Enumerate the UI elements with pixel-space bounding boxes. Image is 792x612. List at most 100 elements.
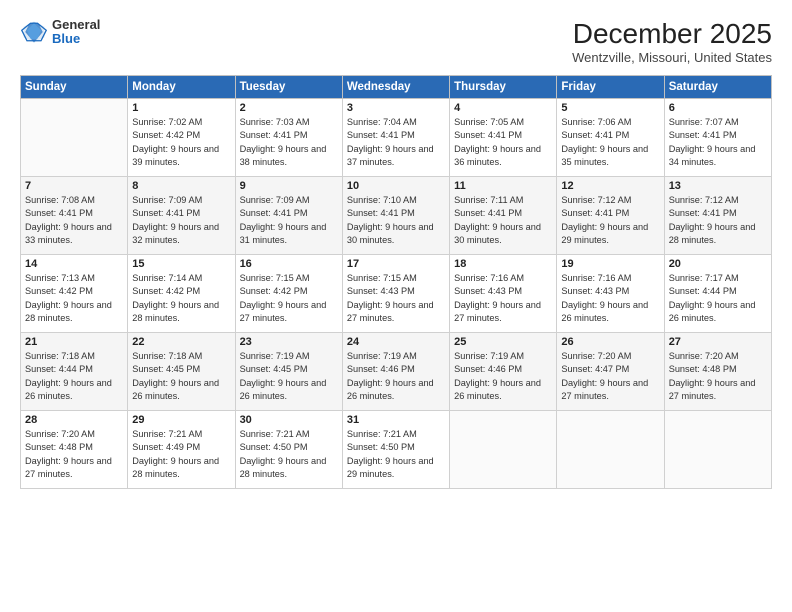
day-number: 2: [240, 102, 338, 114]
day-number: 25: [454, 336, 552, 348]
calendar-cell: 8 Sunrise: 7:09 AMSunset: 4:41 PMDaylight…: [128, 177, 235, 255]
day-number: 16: [240, 258, 338, 270]
cell-info: Sunrise: 7:15 AMSunset: 4:43 PMDaylight:…: [347, 272, 445, 325]
day-number: 22: [132, 336, 230, 348]
day-number: 21: [25, 336, 123, 348]
calendar-cell: 28 Sunrise: 7:20 AMSunset: 4:48 PMDayligh…: [21, 411, 128, 489]
calendar-week-row: 7 Sunrise: 7:08 AMSunset: 4:41 PMDaylight…: [21, 177, 772, 255]
cell-info: Sunrise: 7:16 AMSunset: 4:43 PMDaylight:…: [454, 272, 552, 325]
calendar-cell: 11 Sunrise: 7:11 AMSunset: 4:41 PMDayligh…: [450, 177, 557, 255]
cell-info: Sunrise: 7:03 AMSunset: 4:41 PMDaylight:…: [240, 116, 338, 169]
calendar-cell: 19 Sunrise: 7:16 AMSunset: 4:43 PMDayligh…: [557, 255, 664, 333]
day-number: 24: [347, 336, 445, 348]
calendar-cell: 15 Sunrise: 7:14 AMSunset: 4:42 PMDayligh…: [128, 255, 235, 333]
cell-info: Sunrise: 7:10 AMSunset: 4:41 PMDaylight:…: [347, 194, 445, 247]
header-thursday: Thursday: [450, 76, 557, 99]
cell-info: Sunrise: 7:21 AMSunset: 4:50 PMDaylight:…: [240, 428, 338, 481]
calendar-cell: 9Sunrise: 7:09 AMSunset: 4:41 PMDaylight…: [235, 177, 342, 255]
day-number: 7: [25, 180, 123, 192]
cell-info: Sunrise: 7:20 AMSunset: 4:48 PMDaylight:…: [669, 350, 767, 403]
day-number: 27: [669, 336, 767, 348]
day-number: 31: [347, 414, 445, 426]
day-number: 11: [454, 180, 552, 192]
calendar-week-row: 14 Sunrise: 7:13 AMSunset: 4:42 PMDayligh…: [21, 255, 772, 333]
calendar-cell: 24 Sunrise: 7:19 AMSunset: 4:46 PMDayligh…: [342, 333, 449, 411]
cell-info: Sunrise: 7:09 AMSunset: 4:41 PMDaylight:…: [132, 194, 230, 247]
cell-info: Sunrise: 7:08 AMSunset: 4:41 PMDaylight:…: [25, 194, 123, 247]
cell-info: Sunrise: 7:16 AMSunset: 4:43 PMDaylight:…: [561, 272, 659, 325]
calendar-cell: 3Sunrise: 7:04 AMSunset: 4:41 PMDaylight…: [342, 99, 449, 177]
calendar-cell: 17Sunrise: 7:15 AMSunset: 4:43 PMDayligh…: [342, 255, 449, 333]
cell-info: Sunrise: 7:05 AMSunset: 4:41 PMDaylight:…: [454, 116, 552, 169]
cell-info: Sunrise: 7:09 AMSunset: 4:41 PMDaylight:…: [240, 194, 338, 247]
calendar-location: Wentzville, Missouri, United States: [572, 50, 772, 65]
calendar-cell: [557, 411, 664, 489]
calendar-cell: 2 Sunrise: 7:03 AMSunset: 4:41 PMDaylight…: [235, 99, 342, 177]
cell-info: Sunrise: 7:11 AMSunset: 4:41 PMDaylight:…: [454, 194, 552, 247]
calendar-cell: 13 Sunrise: 7:12 AMSunset: 4:41 PMDayligh…: [664, 177, 771, 255]
calendar-table: Sunday Monday Tuesday Wednesday Thursday…: [20, 75, 772, 489]
calendar-cell: 27 Sunrise: 7:20 AMSunset: 4:48 PMDayligh…: [664, 333, 771, 411]
cell-info: Sunrise: 7:17 AMSunset: 4:44 PMDaylight:…: [669, 272, 767, 325]
day-number: 30: [240, 414, 338, 426]
cell-info: Sunrise: 7:21 AMSunset: 4:50 PMDaylight:…: [347, 428, 445, 481]
calendar-cell: 4Sunrise: 7:05 AMSunset: 4:41 PMDaylight…: [450, 99, 557, 177]
logo-general-text: General: [52, 18, 100, 32]
cell-info: Sunrise: 7:21 AMSunset: 4:49 PMDaylight:…: [132, 428, 230, 481]
day-number: 3: [347, 102, 445, 114]
header-wednesday: Wednesday: [342, 76, 449, 99]
calendar-cell: 29Sunrise: 7:21 AMSunset: 4:49 PMDayligh…: [128, 411, 235, 489]
calendar-page: General Blue December 2025 Wentzville, M…: [0, 0, 792, 612]
calendar-week-row: 1Sunrise: 7:02 AMSunset: 4:42 PMDaylight…: [21, 99, 772, 177]
calendar-cell: 10 Sunrise: 7:10 AMSunset: 4:41 PMDayligh…: [342, 177, 449, 255]
cell-info: Sunrise: 7:19 AMSunset: 4:46 PMDaylight:…: [347, 350, 445, 403]
calendar-cell: 30 Sunrise: 7:21 AMSunset: 4:50 PMDayligh…: [235, 411, 342, 489]
cell-info: Sunrise: 7:12 AMSunset: 4:41 PMDaylight:…: [561, 194, 659, 247]
calendar-cell: 20 Sunrise: 7:17 AMSunset: 4:44 PMDayligh…: [664, 255, 771, 333]
calendar-cell: 18 Sunrise: 7:16 AMSunset: 4:43 PMDayligh…: [450, 255, 557, 333]
cell-info: Sunrise: 7:20 AMSunset: 4:48 PMDaylight:…: [25, 428, 123, 481]
cell-info: Sunrise: 7:07 AMSunset: 4:41 PMDaylight:…: [669, 116, 767, 169]
calendar-cell: 14 Sunrise: 7:13 AMSunset: 4:42 PMDayligh…: [21, 255, 128, 333]
cell-info: Sunrise: 7:19 AMSunset: 4:46 PMDaylight:…: [454, 350, 552, 403]
calendar-title: December 2025: [572, 18, 772, 50]
cell-info: Sunrise: 7:18 AMSunset: 4:44 PMDaylight:…: [25, 350, 123, 403]
cell-info: Sunrise: 7:06 AMSunset: 4:41 PMDaylight:…: [561, 116, 659, 169]
day-number: 23: [240, 336, 338, 348]
calendar-cell: [664, 411, 771, 489]
cell-info: Sunrise: 7:18 AMSunset: 4:45 PMDaylight:…: [132, 350, 230, 403]
header-friday: Friday: [557, 76, 664, 99]
header-saturday: Saturday: [664, 76, 771, 99]
day-number: 28: [25, 414, 123, 426]
calendar-cell: 22 Sunrise: 7:18 AMSunset: 4:45 PMDayligh…: [128, 333, 235, 411]
logo-text: General Blue: [52, 18, 100, 47]
cell-info: Sunrise: 7:12 AMSunset: 4:41 PMDaylight:…: [669, 194, 767, 247]
cell-info: Sunrise: 7:14 AMSunset: 4:42 PMDaylight:…: [132, 272, 230, 325]
calendar-cell: 21 Sunrise: 7:18 AMSunset: 4:44 PMDayligh…: [21, 333, 128, 411]
day-number: 5: [561, 102, 659, 114]
header-sunday: Sunday: [21, 76, 128, 99]
day-number: 14: [25, 258, 123, 270]
day-number: 19: [561, 258, 659, 270]
calendar-cell: [21, 99, 128, 177]
calendar-cell: 12Sunrise: 7:12 AMSunset: 4:41 PMDayligh…: [557, 177, 664, 255]
day-number: 13: [669, 180, 767, 192]
logo-icon: [20, 18, 48, 46]
cell-info: Sunrise: 7:02 AMSunset: 4:42 PMDaylight:…: [132, 116, 230, 169]
day-number: 18: [454, 258, 552, 270]
cell-info: Sunrise: 7:13 AMSunset: 4:42 PMDaylight:…: [25, 272, 123, 325]
calendar-cell: 6Sunrise: 7:07 AMSunset: 4:41 PMDaylight…: [664, 99, 771, 177]
day-number: 15: [132, 258, 230, 270]
day-number: 20: [669, 258, 767, 270]
calendar-cell: 7 Sunrise: 7:08 AMSunset: 4:41 PMDaylight…: [21, 177, 128, 255]
calendar-cell: 1Sunrise: 7:02 AMSunset: 4:42 PMDaylight…: [128, 99, 235, 177]
day-number: 10: [347, 180, 445, 192]
weekday-header-row: Sunday Monday Tuesday Wednesday Thursday…: [21, 76, 772, 99]
header-tuesday: Tuesday: [235, 76, 342, 99]
day-number: 8: [132, 180, 230, 192]
cell-info: Sunrise: 7:20 AMSunset: 4:47 PMDaylight:…: [561, 350, 659, 403]
logo-blue-text: Blue: [52, 32, 100, 46]
calendar-cell: 5 Sunrise: 7:06 AMSunset: 4:41 PMDaylight…: [557, 99, 664, 177]
calendar-week-row: 21 Sunrise: 7:18 AMSunset: 4:44 PMDayligh…: [21, 333, 772, 411]
logo: General Blue: [20, 18, 100, 47]
